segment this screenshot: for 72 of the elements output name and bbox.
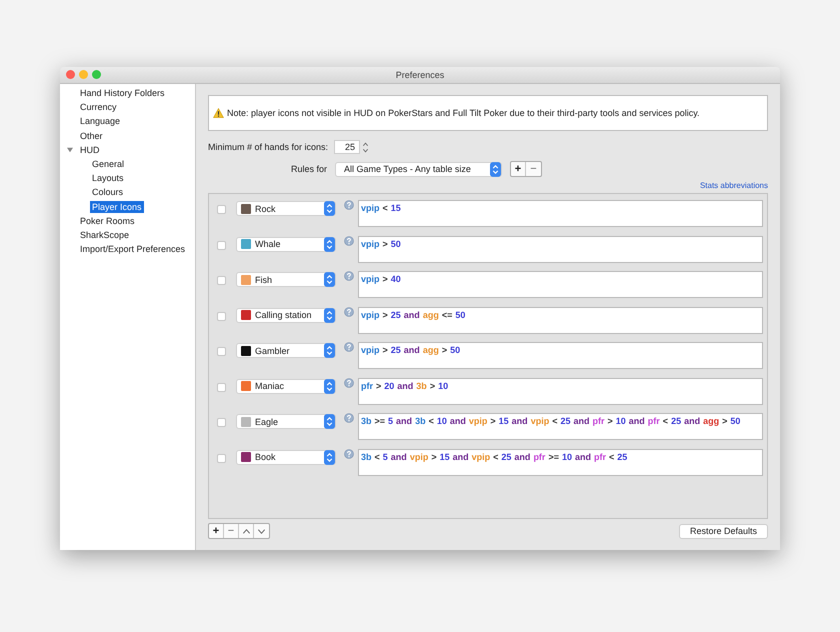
sidebar-item[interactable]: Player Icons [90, 200, 144, 213]
game-type-dropdown[interactable]: All Game Types - Any table size [335, 162, 502, 176]
dropdown-arrows-icon [324, 414, 335, 429]
dropdown-arrows-icon [324, 272, 335, 287]
restore-defaults-button[interactable]: Restore Defaults [678, 524, 768, 538]
sidebar-item[interactable]: SharkScope [78, 228, 132, 241]
help-icon[interactable] [344, 306, 354, 316]
dropdown-arrows-icon [490, 162, 501, 176]
rule-condition-field[interactable]: 3b >= 5 and 3b < 10 and vpip > 15 and vpip < 25 and pfr > 10 and pfr < 25 and agg > 50 [358, 413, 763, 440]
icon-dropdown[interactable]: Maniac [236, 378, 336, 394]
rule-condition-field[interactable]: vpip > 25 and agg <= 50 [358, 306, 763, 334]
dropdown-arrows-icon [324, 236, 335, 252]
sidebar-item[interactable]: HUD [78, 144, 102, 156]
help-icon[interactable] [344, 271, 354, 281]
checkbox[interactable] [217, 312, 226, 320]
checkbox[interactable] [217, 382, 226, 392]
icon-dropdown[interactable]: Whale [236, 236, 336, 252]
disclosure-triangle-icon[interactable] [67, 146, 73, 153]
dropdown-arrows-icon [324, 378, 335, 394]
rule-condition-field[interactable]: vpip > 40 [358, 271, 763, 298]
min-hands-field[interactable]: 25 [334, 140, 360, 154]
sidebar-item[interactable]: Language [78, 115, 122, 128]
stepper-icon[interactable] [362, 140, 370, 154]
sidebar-item[interactable]: Poker Rooms [78, 214, 137, 227]
help-icon[interactable] [344, 236, 354, 246]
icon-dropdown[interactable]: Book [236, 450, 336, 464]
min-hands-label: Minimum # of hands for icons: [208, 142, 328, 152]
rule-condition-field[interactable]: 3b < 5 and vpip > 15 and vpip < 25 and pfr >= 10 and pfr < 25 [358, 448, 763, 476]
chevron-up-icon [242, 526, 250, 536]
icon-dropdown[interactable]: Calling station [236, 308, 336, 322]
chevron-down-icon [257, 526, 266, 536]
stats-abbreviations-link[interactable]: Stats abbreviations [700, 181, 768, 193]
rule-condition-field[interactable]: vpip > 50 [358, 236, 763, 262]
icon-dropdown[interactable]: Eagle [236, 414, 336, 429]
remove-button[interactable]: − [526, 162, 541, 176]
rule-condition-field[interactable]: vpip < 15 [358, 200, 763, 227]
checkbox[interactable] [217, 240, 226, 250]
rule-condition-field[interactable]: vpip > 25 and agg > 50 [358, 342, 763, 369]
close-icon[interactable] [66, 70, 75, 79]
sidebar-item[interactable]: Other [78, 130, 105, 142]
help-icon[interactable] [344, 413, 354, 423]
zoom-icon[interactable] [92, 70, 101, 79]
warning-icon [213, 108, 224, 118]
sidebar-item[interactable]: Layouts [90, 172, 126, 184]
sidebar-item[interactable]: Hand History Folders [78, 87, 167, 100]
sidebar-item[interactable]: Import/Export Preferences [78, 243, 188, 256]
sidebar-item[interactable]: Colours [90, 186, 126, 198]
note-text: Note: player icons not visible in HUD on PokerStars and Full Tilt Poker due to their third-party tools and services policy. [227, 108, 700, 118]
checkbox[interactable] [217, 276, 226, 285]
icon-dropdown[interactable]: Fish [236, 272, 336, 287]
icon-dropdown[interactable]: Rock [236, 201, 336, 216]
icon-dropdown[interactable]: Gambler [236, 343, 336, 358]
checkbox[interactable] [217, 205, 226, 214]
remove-button[interactable]: − [224, 524, 239, 538]
sidebar-item[interactable]: Currency [78, 101, 119, 114]
dropdown-arrows-icon [324, 201, 335, 216]
sidebar-item[interactable]: General [90, 158, 126, 170]
rules-for-label: Rules for [290, 164, 328, 174]
add-button[interactable]: + [209, 524, 224, 538]
help-icon[interactable] [344, 378, 354, 388]
help-icon[interactable] [344, 448, 354, 458]
dropdown-arrows-icon [324, 343, 335, 358]
dropdown-arrows-icon [324, 308, 335, 322]
checkbox[interactable] [217, 454, 226, 462]
checkbox[interactable] [217, 418, 226, 427]
help-icon[interactable] [344, 200, 354, 210]
help-icon[interactable] [344, 342, 354, 352]
checkbox[interactable] [217, 347, 226, 356]
window-title: Preferences [396, 70, 444, 80]
add-button[interactable]: + [511, 162, 526, 176]
dropdown-arrows-icon [324, 450, 335, 464]
rule-condition-field[interactable]: pfr > 20 and 3b > 10 [358, 378, 763, 404]
